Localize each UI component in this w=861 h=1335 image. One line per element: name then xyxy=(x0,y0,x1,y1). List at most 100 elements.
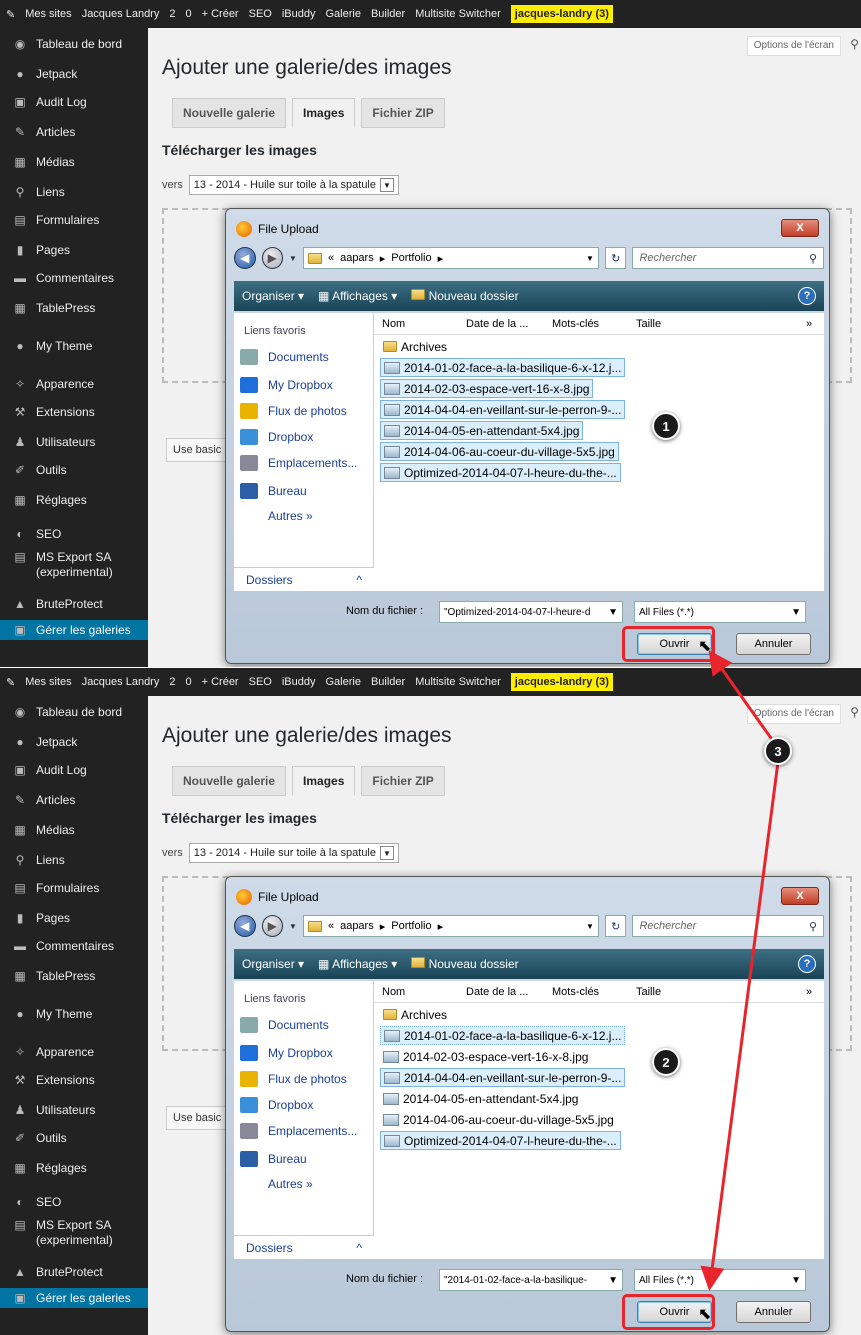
admin-bar-item[interactable]: iBuddy xyxy=(282,8,316,20)
chevron-down-icon[interactable]: ▼ xyxy=(608,1275,618,1286)
admin-bar-item[interactable]: Multisite Switcher xyxy=(415,676,501,688)
admin-bar-item[interactable]: Builder xyxy=(371,676,405,688)
cancel-button[interactable]: Annuler xyxy=(736,633,811,655)
path-segment[interactable]: Portfolio xyxy=(391,252,431,264)
tab-0[interactable]: Nouvelle galerie xyxy=(172,98,287,128)
file-item[interactable]: 2014-02-03-espace-vert-16-x-8.jpg xyxy=(380,1047,591,1066)
path-dropdown-icon[interactable]: ▼ xyxy=(586,254,594,263)
gallery-select[interactable]: 13 - 2014 - Huile sur toile à la spatule… xyxy=(188,175,399,195)
sidebar-item[interactable]: ▬ Commentaires xyxy=(0,934,148,958)
views-button[interactable]: ▦ Affichages ▾ xyxy=(318,957,397,971)
favorite-link[interactable]: Documents xyxy=(240,1017,329,1033)
sidebar-item[interactable]: ▦ TablePress xyxy=(0,296,148,320)
favorite-link[interactable]: Dropbox xyxy=(240,429,313,445)
sidebar-item[interactable]: ▦ Réglages xyxy=(0,1156,148,1180)
admin-bar-item[interactable]: 2 xyxy=(169,8,175,20)
file-item[interactable]: 2014-04-05-en-attendant-5x4.jpg xyxy=(380,421,584,440)
sidebar-item[interactable]: ◐ SEO xyxy=(0,522,148,546)
path-overflow[interactable]: « xyxy=(328,252,334,264)
file-item[interactable]: Optimized-2014-04-07-l-heure-du-the-... xyxy=(380,463,621,482)
refresh-icon[interactable]: ↻ xyxy=(604,247,627,269)
column-header[interactable]: Date de la ... xyxy=(466,318,528,330)
sidebar-item[interactable]: ▦ Médias xyxy=(0,818,148,842)
search-input[interactable]: Rechercher ⚲ xyxy=(632,247,825,269)
favorite-link[interactable]: Bureau xyxy=(240,483,307,499)
file-item[interactable]: 2014-01-02-face-a-la-basilique-6-x-12.j.… xyxy=(380,1026,626,1045)
file-item[interactable]: 2014-04-04-en-veillant-sur-le-perron-9-.… xyxy=(380,1068,626,1087)
organize-button[interactable]: Organiser ▾ xyxy=(242,957,304,971)
new-folder-button[interactable]: Nouveau dossier xyxy=(411,289,519,303)
sidebar-item[interactable]: ▤ MS Export SA (experimental) xyxy=(0,1218,148,1254)
admin-bar-item[interactable]: 2 xyxy=(169,676,175,688)
admin-bar-item[interactable]: Mes sites xyxy=(25,676,71,688)
sidebar-item[interactable]: ▤ Formulaires xyxy=(0,208,148,232)
tab-2[interactable]: Fichier ZIP xyxy=(361,98,445,128)
column-header[interactable]: Nom xyxy=(382,318,405,330)
sidebar-item[interactable]: ▮ Pages xyxy=(0,906,148,930)
sidebar-item[interactable]: ▣ Audit Log xyxy=(0,758,148,782)
back-icon[interactable]: ◀ xyxy=(234,915,256,937)
chevron-down-icon[interactable]: ▼ xyxy=(608,607,618,618)
favorite-link[interactable]: Dropbox xyxy=(240,1097,313,1113)
organize-button[interactable]: Organiser ▾ xyxy=(242,289,304,303)
back-icon[interactable]: ◀ xyxy=(234,247,256,269)
sidebar-item[interactable]: ✐ Outils xyxy=(0,1126,148,1150)
admin-bar-item[interactable]: Mes sites xyxy=(25,8,71,20)
close-button[interactable]: X xyxy=(781,219,819,237)
column-header[interactable]: Mots-clés xyxy=(552,986,599,998)
column-header[interactable]: » xyxy=(806,986,812,998)
column-header[interactable]: Date de la ... xyxy=(466,986,528,998)
forward-icon[interactable]: ▶ xyxy=(261,247,284,269)
favorite-link[interactable]: Emplacements... xyxy=(240,455,357,471)
file-item[interactable]: Archives xyxy=(380,337,450,356)
tab-0[interactable]: Nouvelle galerie xyxy=(172,766,287,796)
folders-toggle[interactable]: Dossiers ^ xyxy=(234,1235,374,1259)
sidebar-item[interactable]: ▮ Pages xyxy=(0,238,148,262)
sidebar-item[interactable]: ⚒ Extensions xyxy=(0,400,148,424)
screen-options-button[interactable]: Options de l'écran xyxy=(746,704,841,724)
path-segment[interactable]: aapars xyxy=(340,252,374,264)
sidebar-item[interactable]: ◐ SEO xyxy=(0,1190,148,1214)
close-button[interactable]: X xyxy=(781,887,819,905)
admin-bar-item[interactable]: Galerie xyxy=(325,8,360,20)
sidebar-item[interactable]: ▦ Médias xyxy=(0,150,148,174)
sidebar-item[interactable]: ▤ MS Export SA (experimental) xyxy=(0,550,148,586)
favorite-link[interactable]: Autres » xyxy=(268,509,313,523)
admin-bar-item[interactable]: SEO xyxy=(249,676,272,688)
favorite-link[interactable]: My Dropbox xyxy=(240,377,333,393)
admin-bar-user[interactable]: jacques-landry (3) xyxy=(510,5,613,23)
sidebar-item[interactable]: ▦ Réglages xyxy=(0,488,148,512)
path-breadcrumb[interactable]: « aapars ▸ Portfolio ▸ ▼ xyxy=(302,915,599,937)
search-icon[interactable]: ⚲ xyxy=(850,37,859,51)
sidebar-item[interactable]: ● My Theme xyxy=(0,1002,148,1026)
path-segment[interactable]: Portfolio xyxy=(391,920,431,932)
sidebar-item[interactable]: ✧ Apparence xyxy=(0,372,148,396)
sidebar-item[interactable]: ● My Theme xyxy=(0,334,148,358)
basic-uploader-button[interactable]: Use basic xyxy=(166,1106,229,1130)
file-item[interactable]: 2014-04-04-en-veillant-sur-le-perron-9-.… xyxy=(380,400,626,419)
history-dropdown-icon[interactable]: ▼ xyxy=(289,922,297,931)
folders-toggle[interactable]: Dossiers ^ xyxy=(234,567,374,591)
forward-icon[interactable]: ▶ xyxy=(261,915,284,937)
sidebar-item[interactable]: ● Jetpack xyxy=(0,730,148,754)
file-item[interactable]: 2014-04-06-au-coeur-du-village-5x5.jpg xyxy=(380,1110,617,1129)
wordpress-icon[interactable]: ✎ xyxy=(6,676,15,689)
path-dropdown-icon[interactable]: ▼ xyxy=(586,922,594,931)
sidebar-item[interactable]: ✧ Apparence xyxy=(0,1040,148,1064)
sidebar-item[interactable]: ▣ Gérer les galeries xyxy=(0,620,148,640)
path-overflow[interactable]: « xyxy=(328,920,334,932)
favorite-link[interactable]: Emplacements... xyxy=(240,1123,357,1139)
sidebar-item[interactable]: ▲ BruteProtect xyxy=(0,1260,148,1284)
admin-bar-item[interactable]: Jacques Landry xyxy=(82,676,160,688)
admin-bar-item[interactable]: SEO xyxy=(249,8,272,20)
refresh-icon[interactable]: ↻ xyxy=(604,915,627,937)
sidebar-item[interactable]: ♟ Utilisateurs xyxy=(0,430,148,454)
screen-options-button[interactable]: Options de l'écran xyxy=(746,36,841,56)
cancel-button[interactable]: Annuler xyxy=(736,1301,811,1323)
admin-bar-item[interactable]: 0 xyxy=(185,676,191,688)
admin-bar-item[interactable]: + Créer xyxy=(202,8,239,20)
sidebar-item[interactable]: ✎ Articles xyxy=(0,788,148,812)
views-button[interactable]: ▦ Affichages ▾ xyxy=(318,289,397,303)
file-type-select[interactable]: All Files (*.*) ▼ xyxy=(634,1269,806,1291)
search-icon[interactable]: ⚲ xyxy=(850,705,859,719)
